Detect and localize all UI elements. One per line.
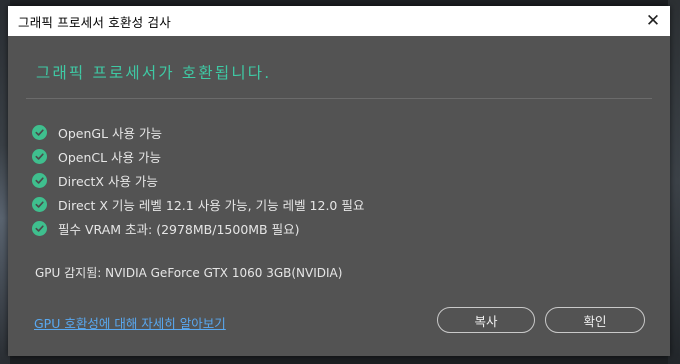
check-item-feature-level: Direct X 기능 레벨 12.1 사용 가능, 기능 레벨 12.0 필요 — [32, 192, 364, 216]
check-item-opengl: OpenGL 사용 가능 — [32, 120, 364, 144]
window-title: 그래픽 프로세서 호환성 검사 — [18, 14, 171, 30]
checkmark-icon — [32, 196, 47, 212]
check-item-directx: DirectX 사용 가능 — [32, 168, 364, 192]
divider — [26, 98, 652, 99]
check-item-opencl: OpenCL 사용 가능 — [32, 144, 364, 168]
gpu-compatibility-dialog: 그래픽 프로세서 호환성 검사 ✕ 그래픽 프로세서가 호환됩니다. OpenG… — [8, 6, 670, 356]
checkmark-icon — [32, 172, 47, 188]
title-bar: 그래픽 프로세서 호환성 검사 ✕ — [8, 6, 670, 36]
check-item-vram: 필수 VRAM 초과: (2978MB/1500MB 필요) — [32, 216, 364, 240]
checkmark-icon — [32, 148, 47, 164]
check-label: Direct X 기능 레벨 12.1 사용 가능, 기능 레벨 12.0 필요 — [58, 197, 365, 213]
check-label: OpenGL 사용 가능 — [58, 125, 162, 141]
learn-more-link[interactable]: GPU 호환성에 대해 자세히 알아보기 — [34, 313, 226, 332]
checkmark-icon — [32, 220, 47, 236]
check-label: OpenCL 사용 가능 — [58, 149, 162, 165]
check-label: 필수 VRAM 초과: (2978MB/1500MB 필요) — [58, 221, 300, 237]
close-icon[interactable]: ✕ — [636, 6, 670, 36]
checkmark-icon — [32, 124, 47, 140]
result-heading: 그래픽 프로세서가 호환됩니다. — [36, 64, 272, 82]
check-label: DirectX 사용 가능 — [58, 173, 158, 189]
ok-button[interactable]: 확인 — [545, 307, 645, 333]
check-list: OpenGL 사용 가능 OpenCL 사용 가능 DirectX 사용 가능 … — [32, 120, 364, 240]
gpu-detected-text: GPU 감지됨: NVIDIA GeForce GTX 1060 3GB(NVI… — [35, 266, 343, 280]
copy-button[interactable]: 복사 — [437, 307, 535, 333]
